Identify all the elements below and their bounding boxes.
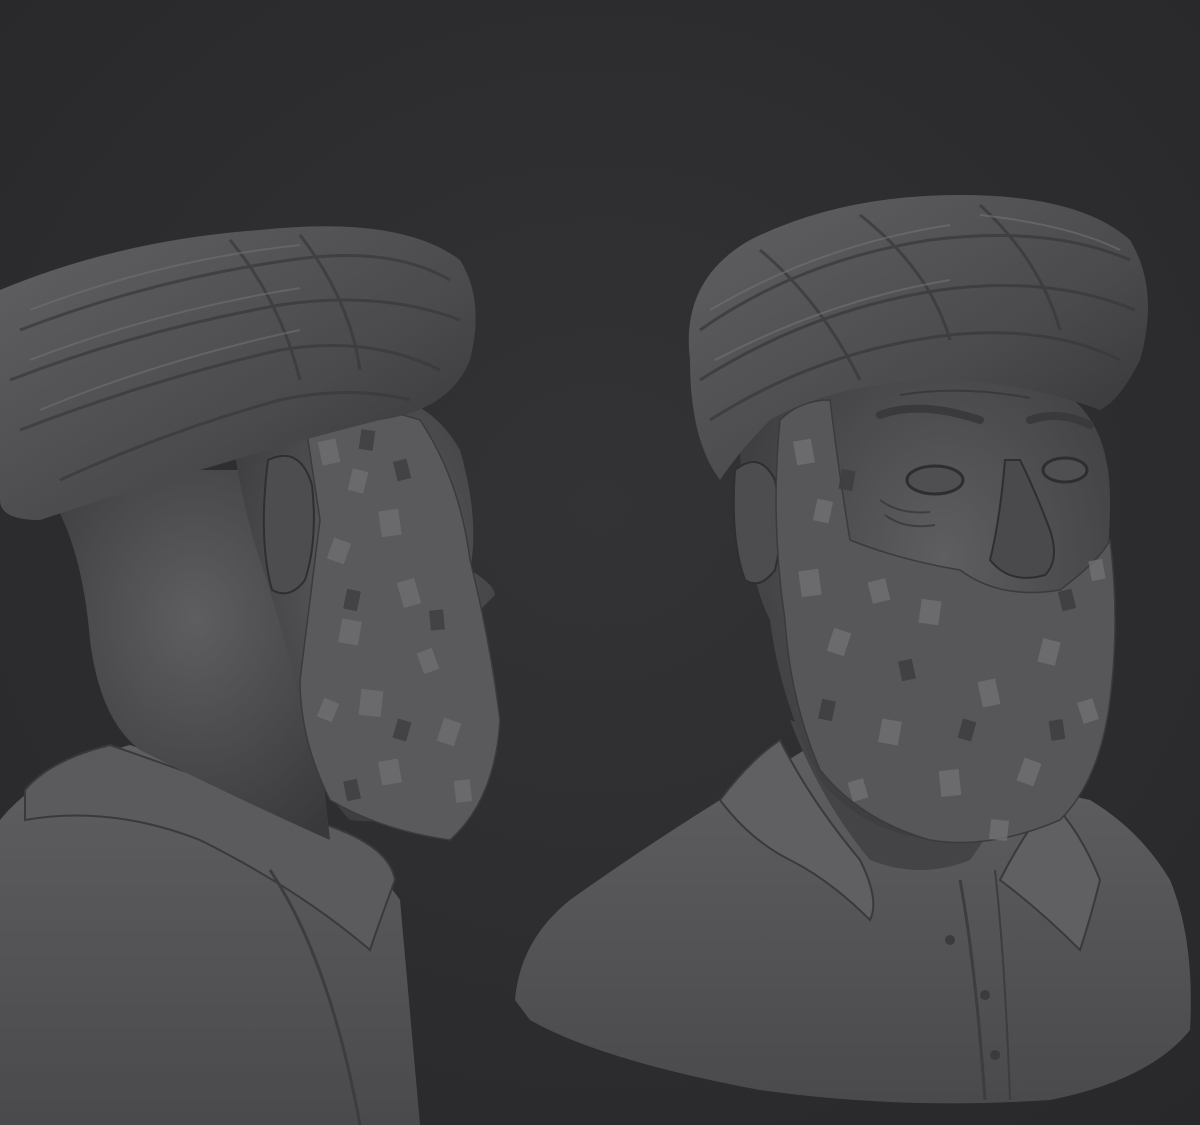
sculpt-render	[0, 0, 1200, 1125]
sculpt-viewport	[0, 0, 1200, 1125]
